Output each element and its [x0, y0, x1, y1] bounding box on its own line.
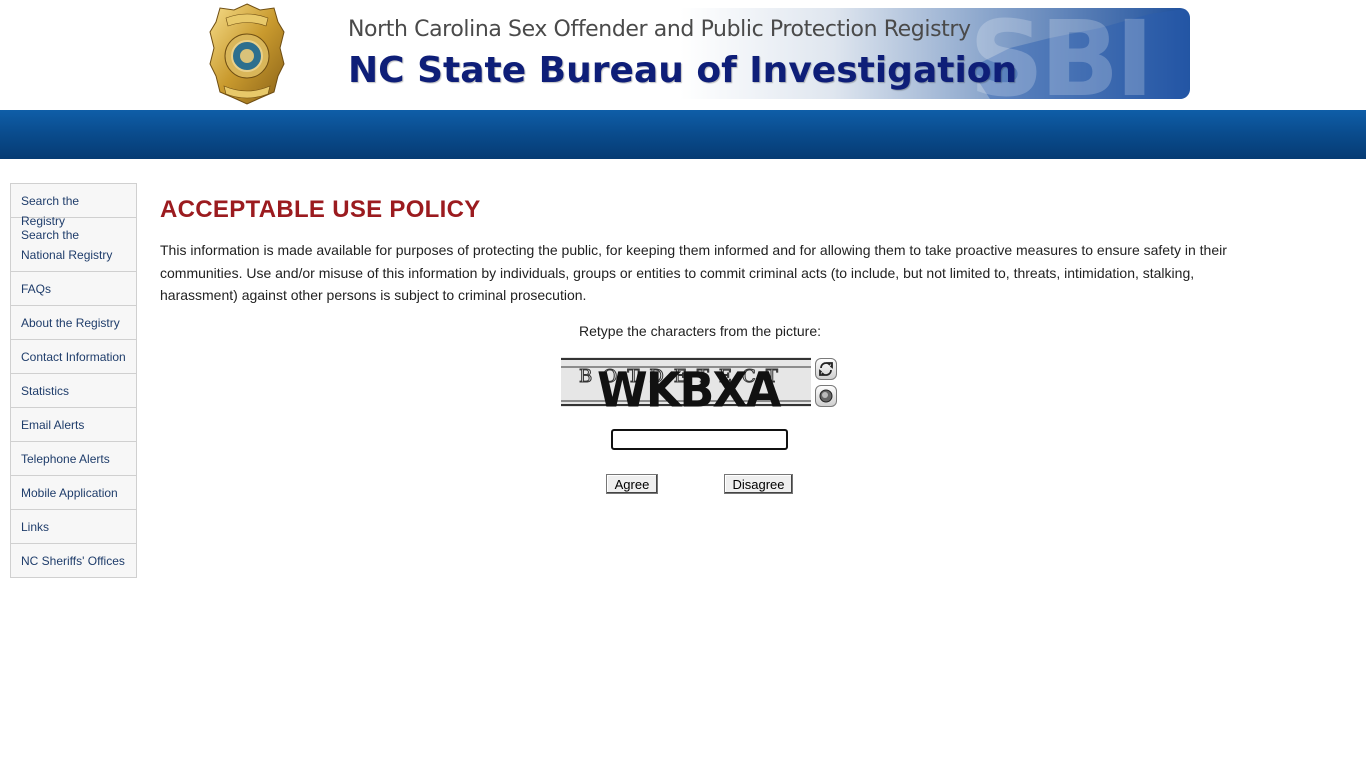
disagree-button[interactable]: Disagree	[724, 474, 793, 494]
main-content: ACCEPTABLE USE POLICY This information i…	[160, 195, 1240, 307]
sbi-badge-logo	[209, 3, 285, 105]
captcha-audio-button[interactable]	[815, 385, 837, 407]
sidebar-item-email-alerts[interactable]: Email Alerts	[11, 408, 136, 442]
sidebar-item-telephone-alerts[interactable]: Telephone Alerts	[11, 442, 136, 476]
sidebar-nav: Search the Registry Search the National …	[10, 183, 137, 578]
refresh-icon	[819, 362, 833, 376]
sidebar-item-contact[interactable]: Contact Information	[11, 340, 136, 374]
policy-text: This information is made available for p…	[160, 242, 1227, 303]
speaker-icon	[819, 389, 833, 403]
captcha-image: BOTDETECT WKBXA	[561, 357, 811, 407]
sidebar-item-search-registry[interactable]: Search the Registry	[11, 184, 136, 228]
captcha-graphic: BOTDETECT WKBXA	[561, 357, 811, 407]
captcha-refresh-button[interactable]	[815, 358, 837, 380]
sidebar-item-about[interactable]: About the Registry	[11, 306, 136, 340]
captcha-prompt: Retype the characters from the picture:	[579, 323, 821, 339]
captcha-characters: WKBXA	[597, 362, 782, 407]
sidebar-item-mobile-app[interactable]: Mobile Application	[11, 476, 136, 510]
sidebar-item-sheriffs-offices[interactable]: NC Sheriffs' Offices	[11, 544, 136, 578]
page-title: ACCEPTABLE USE POLICY	[160, 196, 481, 223]
captcha-input[interactable]	[611, 429, 788, 450]
sidebar-item-links[interactable]: Links	[11, 510, 136, 544]
sidebar-item-statistics[interactable]: Statistics	[11, 374, 136, 408]
header-subtitle: North Carolina Sex Offender and Public P…	[348, 17, 971, 42]
agree-button[interactable]: Agree	[606, 474, 658, 494]
sidebar-item-faqs[interactable]: FAQs	[11, 272, 136, 306]
header-banner: SBI North Carolina Sex Offender and Publ…	[340, 8, 1190, 99]
nav-bar	[0, 110, 1366, 159]
header-title: NC State Bureau of Investigation	[348, 50, 1018, 91]
sidebar-item-search-national-registry[interactable]: Search the National Registry	[11, 218, 136, 272]
site-header: SBI North Carolina Sex Offender and Publ…	[0, 0, 1366, 159]
